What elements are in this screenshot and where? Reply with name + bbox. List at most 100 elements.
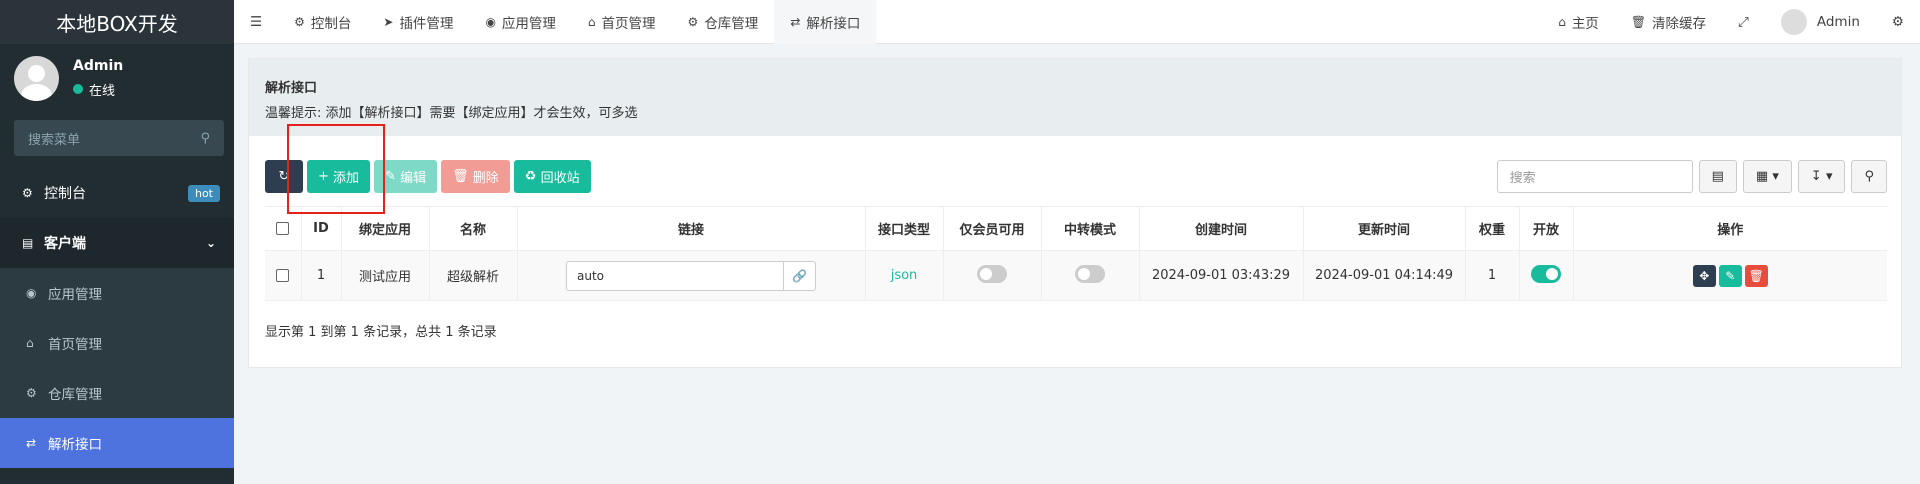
usb-icon: ⇄ [790, 14, 801, 29]
home-icon: ⌂ [1558, 14, 1566, 29]
tab-label: 插件管理 [399, 15, 454, 32]
row-checkbox-cell[interactable] [265, 250, 302, 301]
tab-label: 解析接口 [806, 15, 861, 32]
avatar [1780, 8, 1807, 35]
sidebar-item-repo[interactable]: ⚙ 仓库管理 [0, 368, 234, 418]
link-icon[interactable]: 🔗 [783, 261, 815, 290]
sidebar: 本地BOX开发 Admin 在线 搜索菜单 ⚲ ⚙ 控制台 hot ▤ 客户端 ⌄ … [0, 0, 234, 484]
pagination-info: 显示第 1 到第 1 条记录，总共 1 条记录 [265, 325, 497, 340]
sidebar-item-label: 仓库管理 [48, 387, 102, 403]
avatar [14, 55, 59, 101]
status-label: 在线 [89, 83, 116, 99]
table-tools: 搜索 ▤ ▦ ▾ ↧ ▾ ⚲ [1496, 160, 1887, 193]
sidebar-item-label: 解析接口 [48, 437, 102, 453]
edit-row-icon[interactable]: ✎ [1718, 264, 1742, 287]
recycle-bin-button[interactable]: ♻ 回收站 [513, 160, 591, 193]
sidebar-item-apps[interactable]: ◉ 应用管理 [0, 268, 234, 318]
checkbox[interactable] [276, 269, 290, 282]
recycle-icon: ♻ [524, 169, 537, 184]
usb-icon: ⇄ [26, 436, 37, 450]
tab-label: 首页管理 [601, 15, 656, 32]
type-link[interactable]: json [891, 268, 918, 283]
col-actions: 操作 [1573, 206, 1887, 251]
tab-label: 仓库管理 [704, 15, 759, 32]
dashboard-icon: ⚙ [294, 14, 305, 29]
android-icon: ◉ [485, 14, 496, 29]
col-name[interactable]: 名称 [429, 206, 518, 251]
caret-down-icon: ▾ [1772, 169, 1779, 184]
tab-apps[interactable]: ◉ 应用管理 [469, 0, 571, 44]
delete-button[interactable]: 🗑 删除 [441, 160, 510, 193]
member-only-toggle[interactable] [977, 264, 1007, 283]
sidebar-item-label: 控制台 [44, 186, 86, 202]
cell-app: 测试应用 [341, 250, 430, 301]
tab-plugins[interactable]: ➤ 插件管理 [367, 0, 469, 44]
delete-row-icon[interactable]: 🗑 [1744, 264, 1768, 287]
cell-id: 1 [301, 250, 342, 301]
tab-home[interactable]: ⌂ 首页管理 [572, 0, 672, 44]
col-weight[interactable]: 权重 [1465, 206, 1520, 251]
cell-open [1519, 250, 1574, 301]
cogs-icon: ⚙ [26, 386, 37, 400]
sidebar-item-client[interactable]: ▤ 客户端 ⌄ [0, 218, 234, 268]
menu-toggle-icon[interactable]: ☰ [234, 0, 278, 44]
sidebar-item-parse-api[interactable]: ⇄ 解析接口 [0, 418, 234, 468]
cell-name: 超级解析 [429, 250, 518, 301]
sidebar-item-label: 首页管理 [48, 337, 102, 353]
recycle-label: 回收站 [540, 171, 580, 186]
brand-title[interactable]: 本地BOX开发 [0, 0, 234, 44]
tab-repo[interactable]: ⚙ 仓库管理 [672, 0, 775, 44]
cell-link: auto 🔗 [517, 250, 866, 301]
open-toggle[interactable] [1531, 264, 1561, 283]
table-search-input[interactable]: 搜索 [1496, 160, 1693, 193]
card-view-button[interactable]: ▤ [1698, 160, 1737, 193]
settings-icon[interactable]: ⚙ [1876, 0, 1920, 44]
col-created[interactable]: 创建时间 [1139, 206, 1304, 251]
link-field[interactable]: auto 🔗 [566, 260, 816, 291]
android-icon: ◉ [26, 286, 37, 300]
user-panel: Admin 在线 [0, 44, 234, 112]
col-relay[interactable]: 中转模式 [1041, 206, 1140, 251]
page-title: 解析接口 [265, 81, 318, 96]
cell-actions: ✥ ✎ 🗑 [1573, 250, 1887, 301]
col-updated[interactable]: 更新时间 [1303, 206, 1466, 251]
clear-cache-button[interactable]: 🗑 清除缓存 [1615, 0, 1722, 44]
tab-label: 控制台 [310, 15, 352, 32]
trash-icon: 🗑 [452, 169, 469, 184]
tab-parse-api[interactable]: ⇄ 解析接口 [774, 0, 877, 44]
relay-toggle[interactable] [1075, 264, 1105, 283]
cell-member-only [943, 250, 1042, 301]
inbox-icon: ▤ [22, 236, 34, 250]
grid-icon: ▦ [1755, 169, 1769, 184]
columns-button[interactable]: ▦ ▾ [1742, 160, 1792, 193]
sidebar-item-label: 客户端 [44, 236, 86, 252]
col-link[interactable]: 链接 [517, 206, 866, 251]
sidebar-item-dashboard[interactable]: ⚙ 控制台 hot [0, 168, 234, 218]
cell-updated: 2024-09-01 04:14:49 [1303, 250, 1466, 301]
cell-type: json [865, 250, 944, 301]
user-name: Admin [73, 57, 124, 74]
advanced-search-button[interactable]: ⚲ [1851, 160, 1887, 193]
export-button[interactable]: ↧ ▾ [1797, 160, 1846, 193]
checkbox[interactable] [276, 222, 290, 235]
col-type[interactable]: 接口类型 [865, 206, 944, 251]
tab-dashboard[interactable]: ⚙ 控制台 [278, 0, 367, 44]
col-open[interactable]: 开放 [1519, 206, 1574, 251]
table-row: 1 测试应用 超级解析 auto 🔗 json 2024-09-01 03:43… [265, 250, 1887, 301]
user-menu[interactable]: Admin [1765, 0, 1876, 44]
dashboard-icon: ⚙ [22, 186, 33, 200]
online-dot-icon [73, 84, 83, 94]
fullscreen-icon[interactable]: ⤢ [1722, 0, 1765, 44]
search-icon: ⚲ [1864, 169, 1874, 184]
pencil-icon: ✎ [385, 169, 396, 184]
search-placeholder: 搜索 [1509, 171, 1536, 186]
col-member-only[interactable]: 仅会员可用 [943, 206, 1042, 251]
home-link[interactable]: ⌂ 主页 [1542, 0, 1615, 44]
link-value[interactable]: auto [567, 262, 783, 290]
top-navbar: ☰ ⚙ 控制台 ➤ 插件管理 ◉ 应用管理 ⌂ 首页管理 ⚙ 仓库管理 ⇄ 解析接口 ⌂ 主页… [234, 0, 1920, 44]
clear-cache-label: 清除缓存 [1652, 15, 1707, 32]
sidebar-item-home[interactable]: ⌂ 首页管理 [0, 318, 234, 368]
menu-search-input[interactable]: 搜索菜单 ⚲ [14, 120, 224, 156]
drag-move-icon[interactable]: ✥ [1692, 264, 1716, 287]
cell-weight: 1 [1465, 250, 1520, 301]
